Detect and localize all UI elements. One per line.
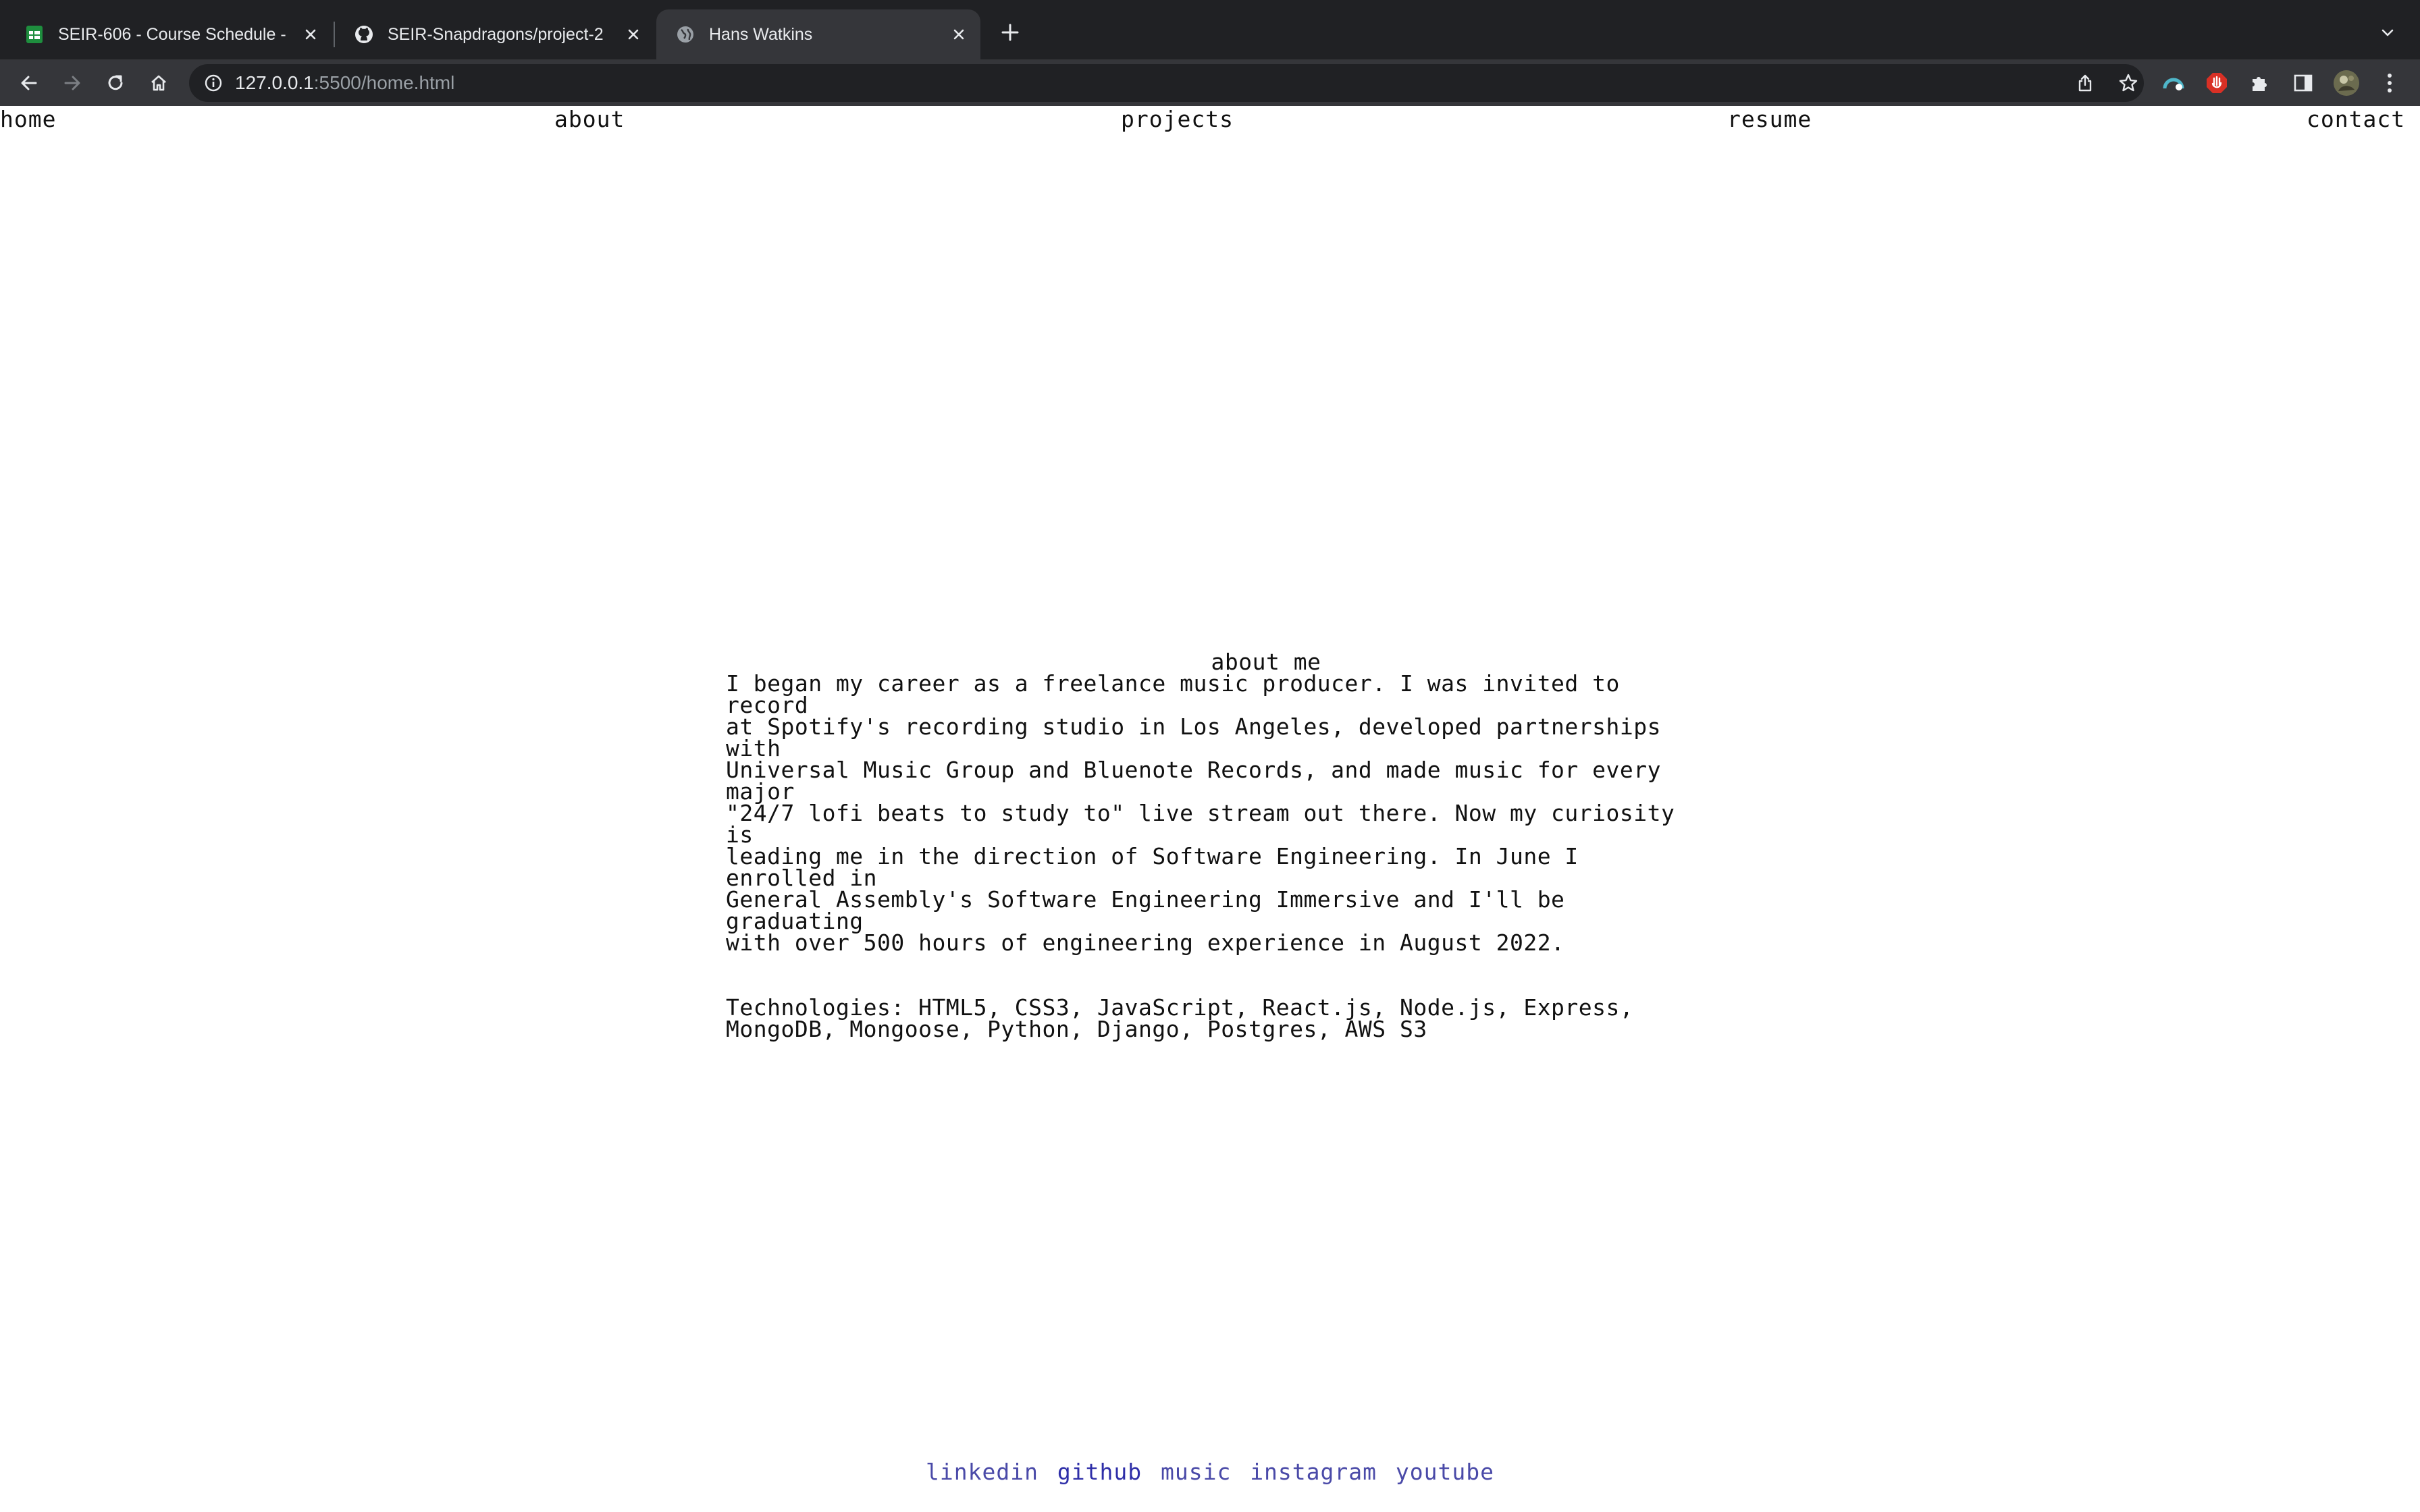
about-section: about me I began my career as a freelanc… <box>726 651 1698 1040</box>
new-tab-icon[interactable] <box>997 19 1024 46</box>
forward-arrow-icon[interactable] <box>57 68 88 99</box>
tab-github-project[interactable]: SEIR-Snapdragons/project-2 <box>335 9 655 59</box>
nav-projects-link[interactable]: projects <box>1121 106 1234 132</box>
globe-icon <box>675 24 695 45</box>
url-host: 127.0.0.1 <box>235 72 314 93</box>
about-bio: I began my career as a freelance music p… <box>726 670 1675 956</box>
home-icon[interactable] <box>143 68 174 99</box>
instagram-link[interactable]: instagram <box>1250 1459 1377 1485</box>
google-sheets-icon <box>24 24 45 45</box>
nav-contact-link[interactable]: contact <box>2307 106 2405 132</box>
tab-title: SEIR-Snapdragons/project-2 <box>388 24 604 44</box>
address-bar[interactable]: 127.0.0.1:5500/home.html <box>189 64 2144 102</box>
browser-chrome: SEIR-606 - Course Schedule - SEIR-Snapdr… <box>0 0 2420 106</box>
tab-title: Hans Watkins <box>709 24 813 44</box>
tab-title: SEIR-606 - Course Schedule - <box>58 24 286 44</box>
github-icon <box>354 24 374 45</box>
more-menu-icon[interactable] <box>2374 68 2405 99</box>
url-path: :5500/home.html <box>313 72 455 93</box>
close-icon[interactable] <box>298 22 323 47</box>
music-link[interactable]: music <box>1161 1459 1231 1485</box>
chevron-down-icon[interactable] <box>2374 19 2401 46</box>
tab-course-schedule[interactable]: SEIR-606 - Course Schedule - <box>5 9 332 59</box>
profile-avatar-icon[interactable] <box>2331 68 2362 99</box>
web-page: home about projects resume contact about… <box>0 106 2420 1512</box>
tab-hans-watkins[interactable]: Hans Watkins <box>656 9 980 59</box>
tab-strip: SEIR-606 - Course Schedule - SEIR-Snapdr… <box>0 0 2420 59</box>
footer-links: linkedin github music instagram youtube <box>0 1459 2420 1485</box>
technologies-list: Technologies: HTML5, CSS3, JavaScript, R… <box>726 994 1634 1042</box>
side-panel-icon[interactable] <box>2288 68 2319 99</box>
youtube-link[interactable]: youtube <box>1396 1459 1494 1485</box>
github-link[interactable]: github <box>1057 1459 1142 1485</box>
close-icon[interactable] <box>621 22 646 47</box>
linkedin-link[interactable]: linkedin <box>926 1459 1038 1485</box>
url-text[interactable]: 127.0.0.1:5500/home.html <box>235 72 454 94</box>
info-icon[interactable] <box>203 72 224 94</box>
close-icon[interactable] <box>947 22 971 47</box>
nav-home-link[interactable]: home <box>0 106 56 132</box>
adblock-icon[interactable] <box>2201 68 2232 99</box>
share-icon[interactable] <box>2074 72 2096 94</box>
reload-icon[interactable] <box>100 68 131 99</box>
extension-gauge-icon[interactable] <box>2158 68 2189 99</box>
browser-toolbar: 127.0.0.1:5500/home.html <box>0 59 2420 106</box>
back-arrow-icon[interactable] <box>14 68 45 99</box>
bookmark-star-icon[interactable] <box>2118 72 2139 94</box>
extensions-puzzle-icon[interactable] <box>2244 68 2276 99</box>
nav-resume-link[interactable]: resume <box>1727 106 1812 132</box>
nav-about-link[interactable]: about <box>554 106 625 132</box>
